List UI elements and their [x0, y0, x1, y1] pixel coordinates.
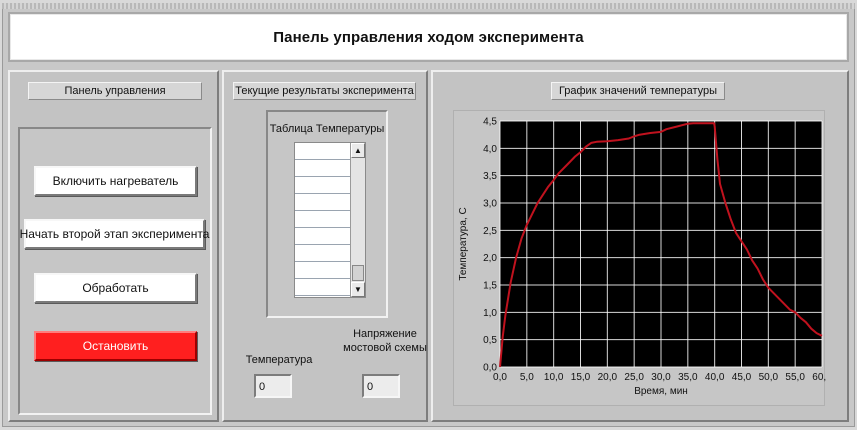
x-tick-label: 30,0 [651, 372, 671, 383]
scroll-down-button[interactable]: ▼ [351, 282, 365, 297]
temperature-label: Температура [245, 354, 313, 366]
graph-panel-label: График значений температуры [551, 82, 725, 100]
temperature-chart: 0,0 5,0 10,0 15,0 20,0 25,0 30,0 35,0 40,0 45,0 50… [453, 110, 832, 406]
x-tick-label: 55,0 [785, 372, 805, 383]
y-tick-label: 3,0 [483, 199, 497, 210]
graph-panel: График значений температуры 0,0 5,0 10,0 15… [431, 70, 849, 422]
results-panel-label: Текущие результаты эксперимента [233, 82, 416, 100]
process-button[interactable]: Обработать [34, 273, 197, 303]
y-tick-label: 3,5 [483, 171, 497, 182]
y-tick-label: 0,5 [483, 335, 497, 346]
triangle-up-icon: ▲ [354, 146, 362, 155]
y-tick-label: 2,5 [483, 226, 497, 237]
heater-button[interactable]: Включить нагреватель [34, 166, 197, 196]
y-tick-label: 1,0 [483, 308, 497, 319]
temperature-table[interactable]: ▲ ▼ [294, 142, 366, 298]
y-tick-label: 4,5 [483, 117, 497, 128]
control-buttons-group: Включить нагреватель Начать второй этап … [18, 127, 212, 415]
table-cell[interactable] [295, 279, 350, 296]
x-tick-label: 25,0 [624, 372, 644, 383]
window-top-border [2, 3, 855, 9]
table-cell[interactable] [295, 245, 350, 262]
x-tick-label: 60,0 [812, 372, 826, 383]
table-cell[interactable] [295, 262, 350, 279]
table-cell[interactable] [295, 143, 350, 160]
y-tick-label: 4,0 [483, 144, 497, 155]
x-tick-label: 10,0 [544, 372, 564, 383]
temperature-table-label: Таблица Температуры [269, 123, 385, 135]
x-tick-label: 20,0 [598, 372, 618, 383]
scroll-up-button[interactable]: ▲ [351, 143, 365, 158]
stop-button[interactable]: Остановить [34, 331, 197, 361]
voltage-label: Напряжение мостовой схемы [340, 327, 430, 355]
y-tick-label: 2,0 [483, 253, 497, 264]
voltage-label-line2: мостовой схемы [343, 342, 427, 354]
control-panel-label: Панель управления [28, 82, 202, 100]
scroll-thumb[interactable] [352, 265, 364, 281]
table-scrollbar[interactable]: ▲ ▼ [350, 143, 365, 297]
y-tick-label: 1,5 [483, 281, 497, 292]
y-tick-label: 0,0 [483, 363, 497, 374]
x-tick-label: 5,0 [520, 372, 534, 383]
temperature-indicator: 0 [254, 374, 292, 398]
voltage-indicator: 0 [362, 374, 400, 398]
control-panel: Панель управления Включить нагреватель Н… [8, 70, 219, 422]
x-tick-label: 45,0 [732, 372, 752, 383]
x-tick-label: 15,0 [571, 372, 591, 383]
table-cell[interactable] [295, 160, 350, 177]
x-tick-label: 40,0 [705, 372, 725, 383]
temperature-chart-svg: 0,0 5,0 10,0 15,0 20,0 25,0 30,0 35,0 40,0 45,0 50… [458, 117, 832, 398]
voltage-label-line1: Напряжение [353, 328, 417, 340]
results-panel: Текущие результаты эксперимента Таблица … [222, 70, 428, 422]
table-cell[interactable] [295, 177, 350, 194]
y-axis-label: Температура, С [458, 207, 469, 280]
temperature-table-column [295, 143, 350, 297]
table-cell[interactable] [295, 211, 350, 228]
x-tick-label: 0,0 [493, 372, 507, 383]
second-stage-button[interactable]: Начать второй этап эксперимента [20, 219, 209, 249]
x-tick-label: 35,0 [678, 372, 698, 383]
temperature-table-box: Таблица Температуры ▲ ▼ [266, 110, 388, 318]
table-cell[interactable] [295, 194, 350, 211]
window-title: Панель управления ходом эксперимента [273, 28, 584, 46]
triangle-down-icon: ▼ [354, 285, 362, 294]
x-tick-label: 50,0 [759, 372, 779, 383]
table-cell[interactable] [295, 228, 350, 245]
x-axis-label: Время, мин [634, 386, 688, 397]
title-bar: Панель управления ходом эксперимента [8, 12, 849, 62]
